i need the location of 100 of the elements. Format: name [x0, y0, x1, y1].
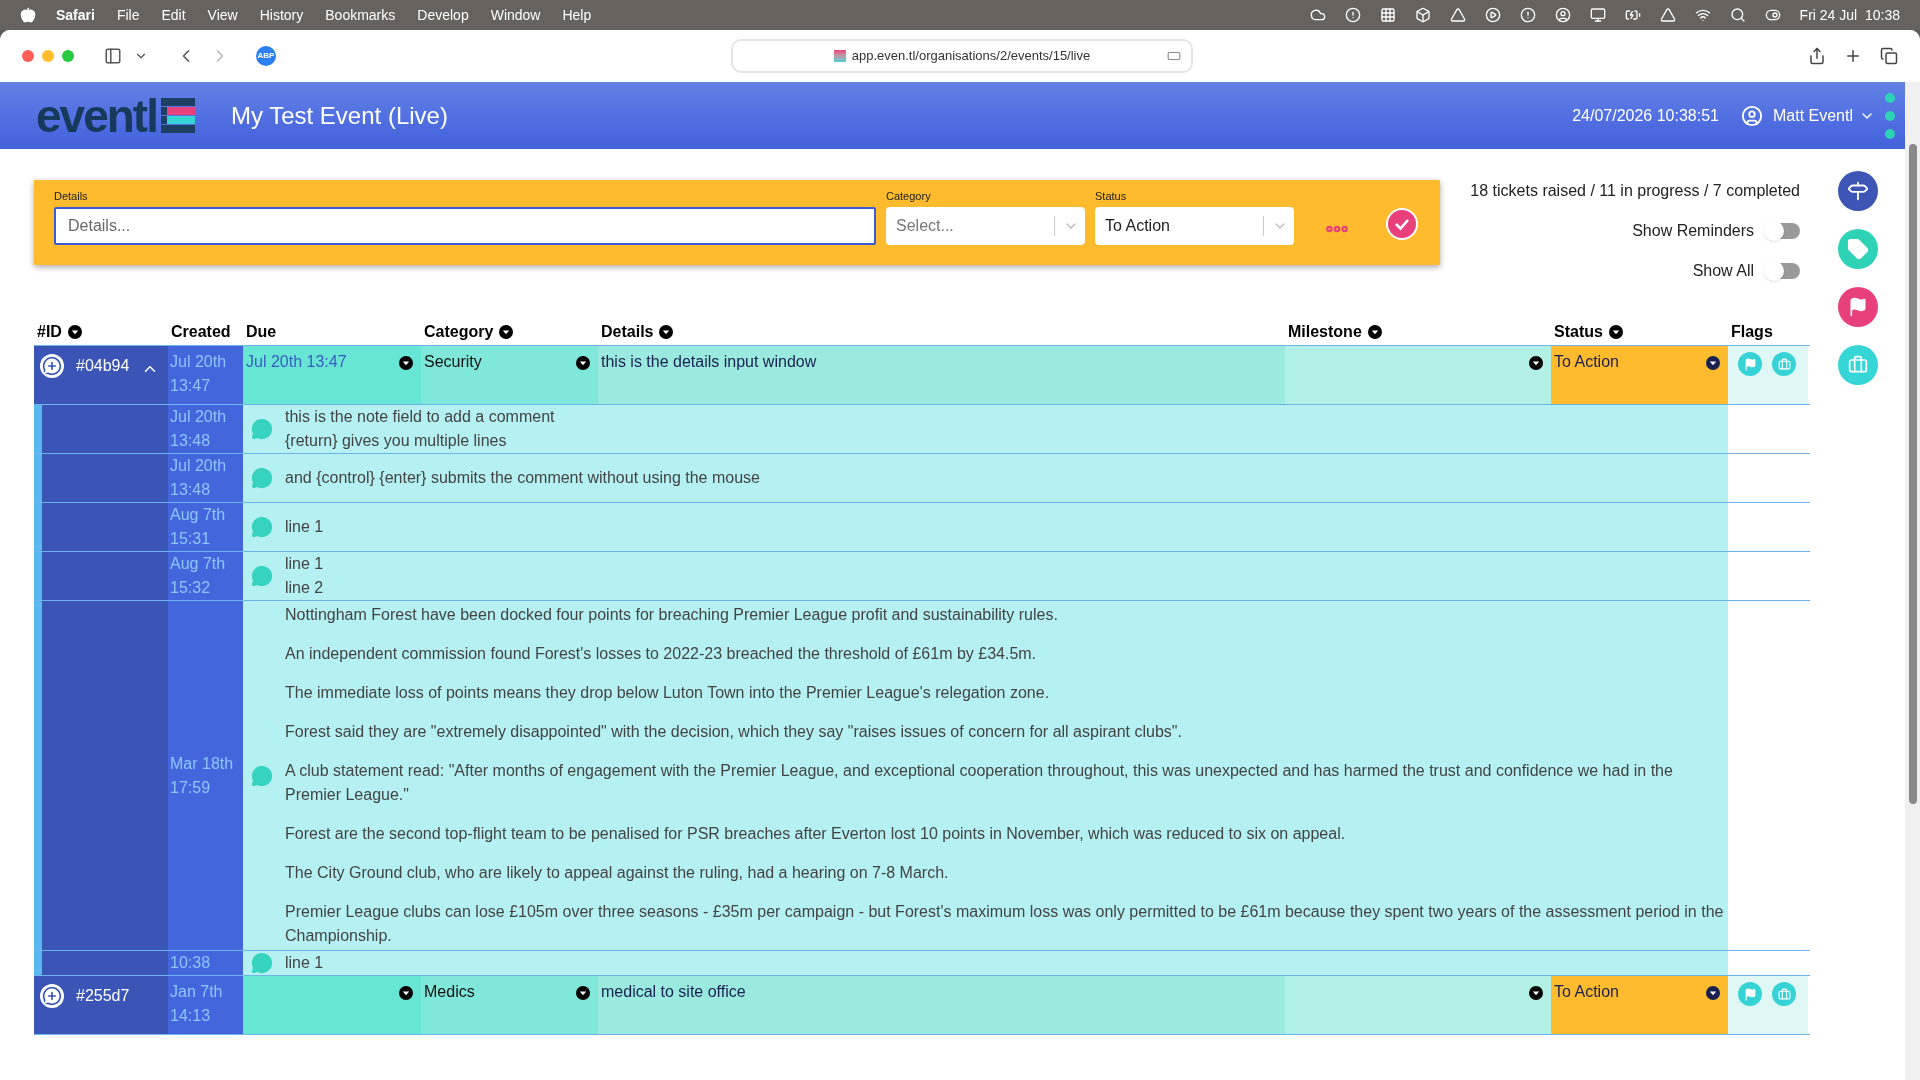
- toggle-switch[interactable]: [1766, 223, 1800, 239]
- dropdown-caret-icon[interactable]: [1367, 325, 1382, 339]
- comment-text: line 1: [285, 554, 324, 574]
- comment-text: The immediate loss of points means they drop below Luton Town into the Premier League's relegation zone.: [285, 683, 1051, 703]
- comment-icon: [251, 467, 273, 489]
- dropdown-caret-icon[interactable]: [659, 325, 674, 339]
- add-comment-icon[interactable]: [40, 354, 64, 378]
- user-avatar-icon[interactable]: [1740, 104, 1763, 127]
- column-header[interactable]: Flags: [1731, 320, 1773, 344]
- add-comment-icon[interactable]: [40, 984, 64, 1008]
- comment-timestamp: Mar 18th 17:59: [169, 753, 235, 798]
- column-header[interactable]: Status: [1554, 320, 1623, 344]
- share-icon[interactable]: [1808, 47, 1826, 65]
- dropdown-caret-icon[interactable]: [576, 986, 590, 1000]
- field-label: Status: [1095, 189, 1128, 204]
- apple-icon[interactable]: [20, 7, 36, 23]
- column-header[interactable]: Created: [171, 320, 231, 344]
- logo-mark-icon: [160, 97, 195, 134]
- column-header[interactable]: Category: [424, 320, 514, 344]
- control-center-icon[interactable]: [1764, 7, 1781, 23]
- wifi-icon[interactable]: [1694, 7, 1711, 23]
- toggle-label: Show Reminders: [1632, 221, 1754, 241]
- details-input[interactable]: Details...: [54, 206, 876, 245]
- dropdown-caret-icon[interactable]: [1706, 986, 1720, 1000]
- alert-icon[interactable]: [1344, 7, 1361, 23]
- menu-item[interactable]: Bookmarks: [325, 4, 396, 26]
- comment-icon: [251, 764, 273, 787]
- comment-text: Forest said they are "extremely disappointed" with the decision, which they say "raises issues of concern for all aspirant clubs".: [285, 722, 1183, 742]
- reader-icon[interactable]: [1167, 49, 1181, 63]
- created-date: Jul 20th 13:47: [170, 353, 227, 394]
- dropdown-caret-icon[interactable]: [1529, 356, 1543, 370]
- menu-item[interactable]: File: [116, 4, 140, 26]
- tabs-overview-icon[interactable]: [1880, 47, 1898, 65]
- alert-icon[interactable]: [1519, 7, 1536, 23]
- flag-icon[interactable]: [1837, 287, 1878, 327]
- comment-timestamp: Aug 7th 15:32: [169, 554, 227, 598]
- dropdown-caret-icon[interactable]: [1608, 325, 1623, 339]
- status-value: To Action: [1554, 352, 1619, 372]
- due-date: Jul 20th 13:47: [246, 352, 347, 372]
- comment-text: this is the note field to add a comment: [285, 407, 555, 427]
- menu-item[interactable]: History: [259, 4, 304, 26]
- monitor-icon[interactable]: [1589, 7, 1606, 23]
- column-header[interactable]: Milestone: [1288, 320, 1382, 344]
- category-select[interactable]: Select...: [886, 206, 1085, 245]
- new-tab-icon[interactable]: [1844, 47, 1862, 65]
- dropdown-caret-icon[interactable]: [1529, 986, 1543, 1000]
- menu-app-name[interactable]: Safari: [56, 4, 95, 26]
- signpost-icon[interactable]: [1837, 171, 1878, 211]
- field-label: Details: [54, 189, 89, 204]
- battery-icon[interactable]: [1624, 7, 1641, 23]
- dropdown-caret-icon[interactable]: [399, 986, 413, 1000]
- menu-item[interactable]: Edit: [161, 4, 186, 26]
- scrollbar[interactable]: [1905, 82, 1920, 1080]
- column-header[interactable]: #ID: [37, 320, 82, 344]
- url-text: app.even.tl/organisations/2/events/15/live: [851, 47, 1091, 66]
- cloud-icon[interactable]: [1309, 7, 1326, 23]
- comment-timestamp: Jul 20th 13:48: [169, 456, 228, 500]
- status-select[interactable]: To Action: [1095, 206, 1294, 245]
- comment-icon: [251, 418, 273, 440]
- sidebar-icon[interactable]: [104, 47, 122, 65]
- comment-text: A club statement read: "After months of engagement with the Premier League, and exceptional cooperation throughout, this was unexpected and has harmed the trust and confidence we had in the Premier League.": [285, 761, 1674, 805]
- address-bar[interactable]: app.even.tl/organisations/2/events/15/live: [731, 39, 1193, 73]
- comment-text: The City Ground club, who are likely to appeal against the ruling, had a hearing on 7-8 March.: [285, 863, 950, 883]
- user-menu[interactable]: Matt Eventl: [1772, 103, 1853, 128]
- search-icon[interactable]: [1729, 7, 1746, 23]
- dropdown-caret-icon[interactable]: [399, 356, 413, 370]
- comment-text: Nottingham Forest have been docked four points for breaching Premier League profit and sustainability rules.: [285, 605, 1059, 625]
- comment-text: and {control} {enter} submits the comment without using the mouse: [285, 468, 760, 488]
- close-window-button[interactable]: [22, 50, 34, 62]
- comment-icon: [251, 952, 273, 974]
- comment-text: line 1: [285, 517, 324, 537]
- submit-check-icon[interactable]: [1386, 208, 1418, 240]
- column-header[interactable]: Due: [246, 320, 277, 344]
- grid-icon[interactable]: [1379, 7, 1396, 23]
- toggle-switch[interactable]: [1766, 263, 1800, 279]
- dropdown-caret-icon[interactable]: [576, 356, 590, 370]
- comment-timestamp: 10:38: [169, 953, 212, 973]
- menu-item[interactable]: Help: [562, 4, 592, 26]
- status-value: To Action: [1554, 982, 1619, 1002]
- user-icon[interactable]: [1554, 7, 1571, 23]
- menu-item[interactable]: View: [207, 4, 238, 26]
- comment-timestamp: Jul 20th 13:48: [169, 407, 228, 451]
- dropdown-caret-icon[interactable]: [499, 325, 514, 339]
- triangle-icon[interactable]: [1449, 7, 1466, 23]
- created-date: Jan 7th 14:13: [170, 983, 223, 1024]
- dropdown-caret-icon[interactable]: [67, 325, 82, 339]
- play-icon[interactable]: [1484, 7, 1501, 23]
- toggle-label: Show All: [1692, 261, 1754, 281]
- details-text: this is the details input window: [601, 353, 817, 370]
- dropdown-caret-icon[interactable]: [1706, 356, 1720, 370]
- menu-item[interactable]: Window: [490, 4, 541, 26]
- adblock-extension-button[interactable]: ABP: [256, 46, 276, 66]
- event-title: My Test Event (Live): [230, 100, 448, 131]
- category-value: Medics: [424, 982, 475, 1002]
- column-header[interactable]: Details: [601, 320, 674, 344]
- menu-item[interactable]: Develop: [417, 4, 469, 26]
- box-icon[interactable]: [1414, 7, 1431, 23]
- comment-timestamp: Aug 7th 15:31: [169, 505, 227, 549]
- comment-text: Forest are the second top-flight team to be penalised for PSR breaches after Everton lost 10 points in November, which was reduced to six on appeal.: [285, 824, 1347, 844]
- current-datetime: 24/07/2026 10:38:51: [1572, 105, 1719, 126]
